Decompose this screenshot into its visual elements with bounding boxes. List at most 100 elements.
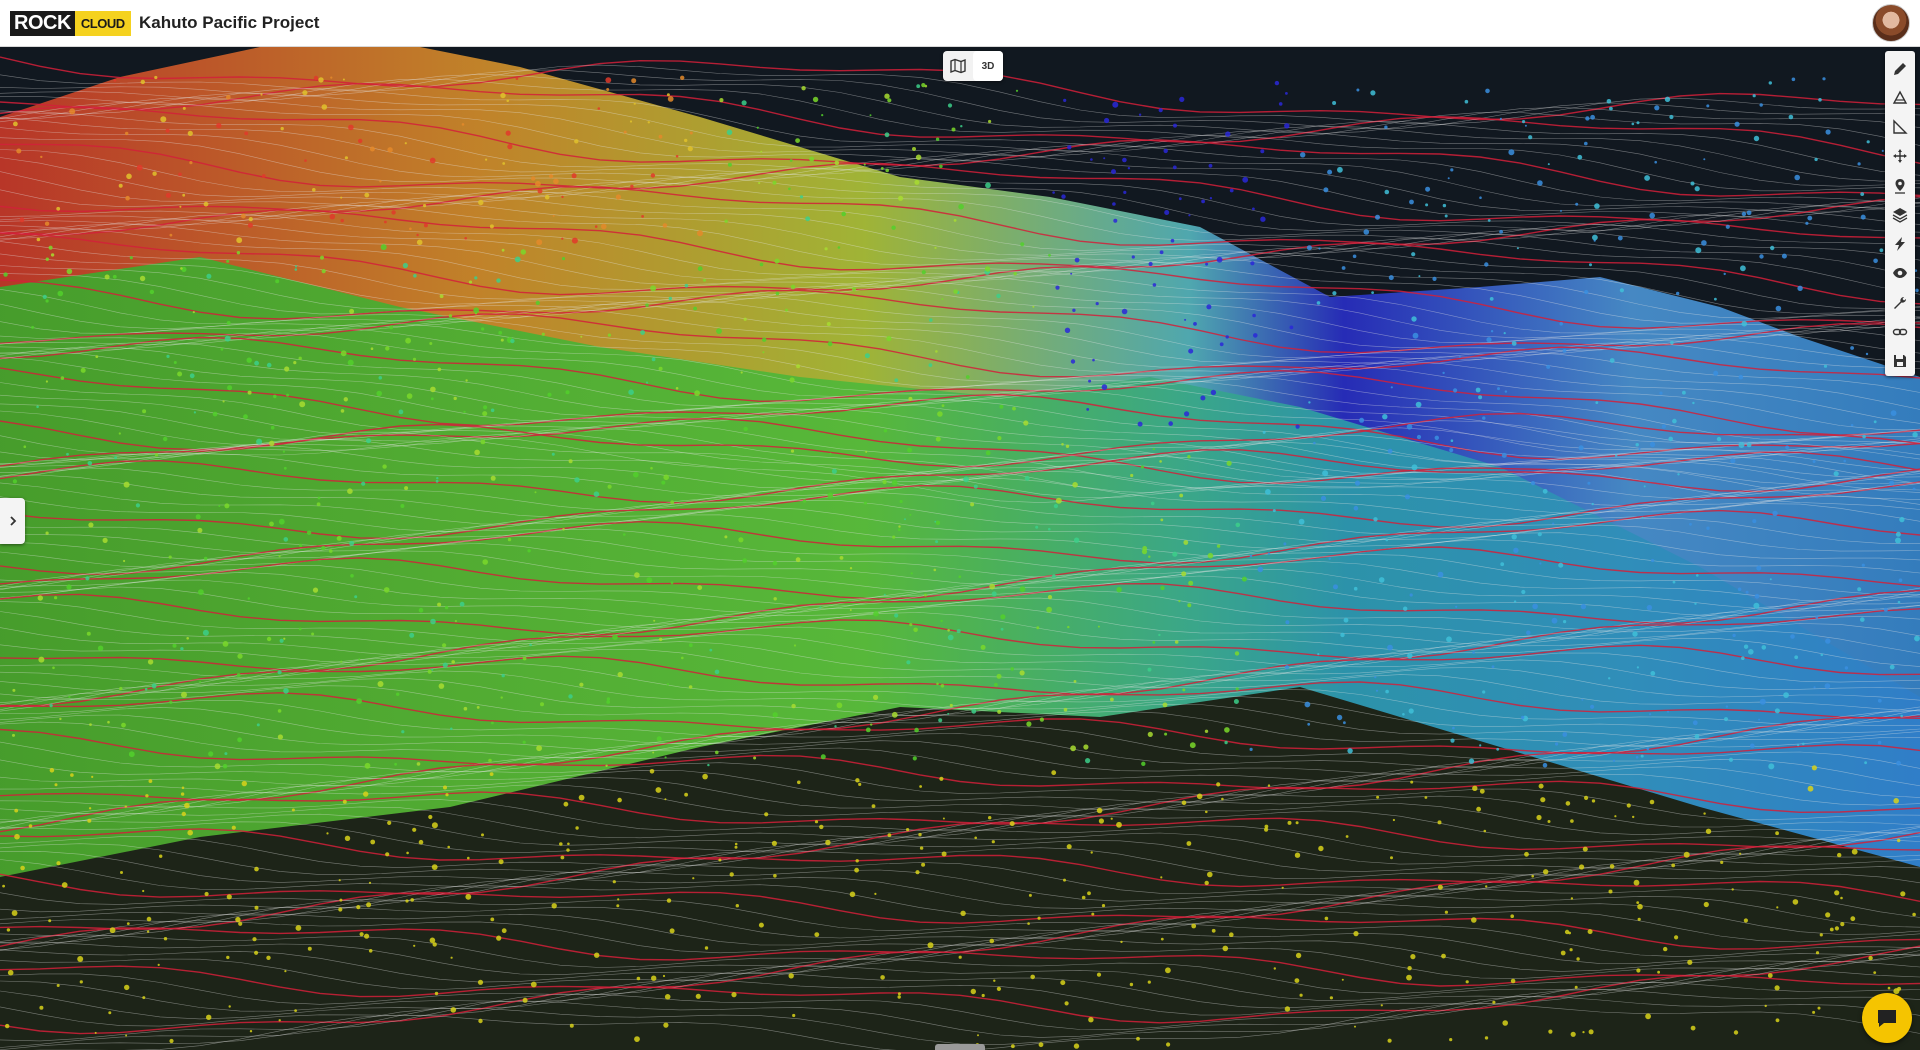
settings-tool-button[interactable] [1885, 288, 1915, 317]
angle-tool-button[interactable] [1885, 113, 1915, 142]
point-cloud-point [431, 822, 438, 829]
move-icon [1893, 149, 1907, 164]
rockcloud-logo[interactable]: ROCK CLOUD [10, 11, 131, 36]
point-cloud-point [640, 330, 645, 335]
point-cloud-point [973, 484, 978, 489]
point-cloud-point [774, 258, 780, 264]
point-cloud-point [578, 794, 585, 801]
point-cloud-point [1893, 798, 1899, 804]
point-cloud-point [1182, 688, 1186, 692]
point-cloud-point [1614, 815, 1617, 818]
point-cloud-viewport[interactable] [0, 47, 1920, 1050]
map-view-button[interactable] [943, 51, 973, 81]
point-cloud-point [734, 845, 738, 849]
point-cloud-point [11, 910, 18, 916]
point-cloud-point [1011, 1044, 1015, 1049]
point-cloud-point [1257, 566, 1264, 573]
point-cloud-point [312, 587, 319, 593]
point-cloud-point [1404, 494, 1411, 500]
point-cloud-point [450, 956, 453, 959]
point-cloud-point [941, 298, 944, 300]
point-cloud-point [1843, 459, 1846, 463]
point-cloud-point [187, 829, 193, 836]
point-cloud-point [981, 993, 985, 998]
move-tool-button[interactable] [1885, 142, 1915, 171]
point-cloud-point [5, 1023, 10, 1029]
point-cloud-point [1479, 196, 1482, 199]
bottom-panel-handle[interactable] [935, 1044, 985, 1050]
point-cloud-point [139, 275, 146, 282]
point-cloud-point [1731, 888, 1734, 891]
point-cloud-point [772, 560, 778, 566]
point-cloud-point [715, 750, 719, 755]
layers-tool-button[interactable] [1885, 200, 1915, 229]
3d-view-button[interactable]: 3D [973, 51, 1003, 81]
point-cloud-point [1328, 557, 1331, 560]
point-cloud-point [1112, 101, 1119, 108]
point-cloud-point [203, 201, 209, 207]
right-toolbar [1885, 51, 1915, 376]
point-cloud-point [909, 623, 913, 627]
point-cloud-point [434, 991, 439, 996]
point-cloud-point [680, 75, 685, 80]
point-cloud-point [997, 709, 1002, 714]
point-cloud-point [498, 330, 503, 335]
point-cloud-point [1570, 1031, 1576, 1037]
point-cloud-point [1387, 1038, 1392, 1043]
point-cloud-point [1193, 322, 1197, 326]
point-cloud-point [790, 284, 796, 290]
point-cloud-point [1528, 135, 1533, 140]
point-cloud-point [1738, 442, 1745, 448]
point-cloud-point [894, 613, 899, 618]
point-cloud-point [20, 865, 25, 871]
point-cloud-point [1336, 714, 1343, 721]
point-cloud-point [179, 205, 182, 208]
analysis-tool-button[interactable] [1885, 230, 1915, 259]
point-cloud-point [1104, 117, 1110, 124]
point-cloud-point [1201, 199, 1205, 204]
point-cloud-point [645, 381, 649, 384]
point-cloud-point [884, 93, 890, 99]
point-cloud-point [342, 78, 345, 81]
point-cloud-point [1159, 250, 1164, 255]
point-cloud-point [693, 306, 697, 311]
point-cloud-point [1147, 980, 1151, 984]
point-cloud-point [66, 268, 73, 275]
point-cloud-point [1644, 175, 1650, 181]
point-cloud-point [1390, 856, 1393, 860]
point-cloud-point [1388, 275, 1394, 281]
side-panel-toggle[interactable] [0, 498, 25, 544]
point-cloud-point [788, 973, 794, 979]
point-cloud-point [1382, 414, 1388, 420]
point-cloud-point [863, 501, 867, 505]
point-cloud-point [396, 692, 400, 696]
point-cloud-point [339, 898, 343, 902]
point-cloud-point [406, 851, 409, 855]
point-cloud-point [1209, 197, 1213, 200]
point-cloud-point [165, 192, 171, 198]
visibility-tool-button[interactable] [1885, 259, 1915, 288]
save-tool-button[interactable] [1885, 347, 1915, 376]
point-cloud-point [1403, 606, 1408, 611]
share-link-button[interactable] [1885, 317, 1915, 346]
point-cloud-point [566, 848, 570, 852]
point-cloud-point [1496, 747, 1500, 751]
point-cloud-point [1671, 863, 1676, 868]
user-avatar[interactable] [1872, 4, 1910, 42]
volume-tool-button[interactable] [1885, 83, 1915, 112]
point-cloud-point [1788, 114, 1794, 120]
point-cloud-point [1695, 247, 1702, 254]
point-cloud-point [623, 130, 627, 134]
point-cloud-point [238, 921, 243, 926]
point-cloud-point [429, 937, 436, 944]
point-cloud-point [1095, 302, 1099, 306]
point-cloud-point [1551, 617, 1558, 624]
point-cloud-point [1370, 90, 1376, 96]
point-cloud-point [536, 745, 542, 752]
point-cloud-point [910, 572, 913, 575]
chat-launcher-button[interactable] [1862, 993, 1912, 1043]
point-cloud-point [1797, 285, 1803, 291]
pin-tool-button[interactable] [1885, 171, 1915, 200]
point-cloud-point [294, 1009, 297, 1012]
draw-tool-button[interactable] [1885, 54, 1915, 83]
